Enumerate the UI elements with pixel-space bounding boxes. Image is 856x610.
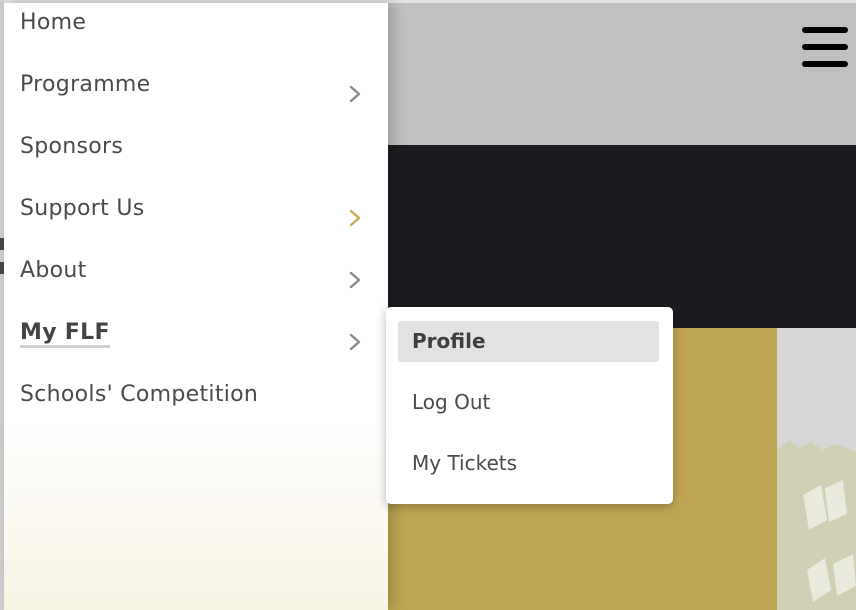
- nav-item-label: Sponsors: [20, 134, 124, 159]
- chevron-right-icon[interactable]: [348, 208, 362, 228]
- nav-item-label: Home: [20, 10, 87, 35]
- hamburger-menu-icon[interactable]: [802, 27, 848, 69]
- submenu-item-log-out[interactable]: Log Out: [398, 382, 659, 423]
- submenu-item-label: Profile: [412, 329, 486, 353]
- nav-item-label: My FLF: [20, 320, 110, 348]
- submenu-item-label: Log Out: [412, 390, 491, 414]
- nav-item-label: Support Us: [20, 196, 145, 221]
- nav-item-about[interactable]: About: [4, 248, 388, 310]
- nav-item-home[interactable]: Home: [4, 0, 388, 62]
- nav-item-my-flf[interactable]: My FLF: [4, 310, 388, 372]
- chevron-right-icon[interactable]: [348, 332, 362, 352]
- nav-item-schools-competition[interactable]: Schools' Competition: [4, 372, 388, 434]
- nav-item-programme[interactable]: Programme: [4, 62, 388, 124]
- nav-item-label: Programme: [20, 72, 151, 97]
- nav-item-label: Schools' Competition: [20, 382, 259, 407]
- book-illustration-icon: [777, 440, 856, 610]
- page: Home Programme Sponsors Support Us About…: [0, 0, 856, 610]
- submenu-item-my-tickets[interactable]: My Tickets: [398, 443, 659, 484]
- my-flf-submenu: Profile Log Out My Tickets: [386, 307, 673, 504]
- nav-item-label: About: [20, 258, 87, 283]
- chevron-right-icon[interactable]: [348, 84, 362, 104]
- nav-item-support-us[interactable]: Support Us: [4, 186, 388, 248]
- submenu-item-label: My Tickets: [412, 451, 518, 475]
- chevron-right-icon[interactable]: [348, 270, 362, 290]
- navigation-drawer: Home Programme Sponsors Support Us About…: [4, 3, 388, 610]
- nav-item-sponsors[interactable]: Sponsors: [4, 124, 388, 186]
- submenu-item-profile[interactable]: Profile: [398, 321, 659, 362]
